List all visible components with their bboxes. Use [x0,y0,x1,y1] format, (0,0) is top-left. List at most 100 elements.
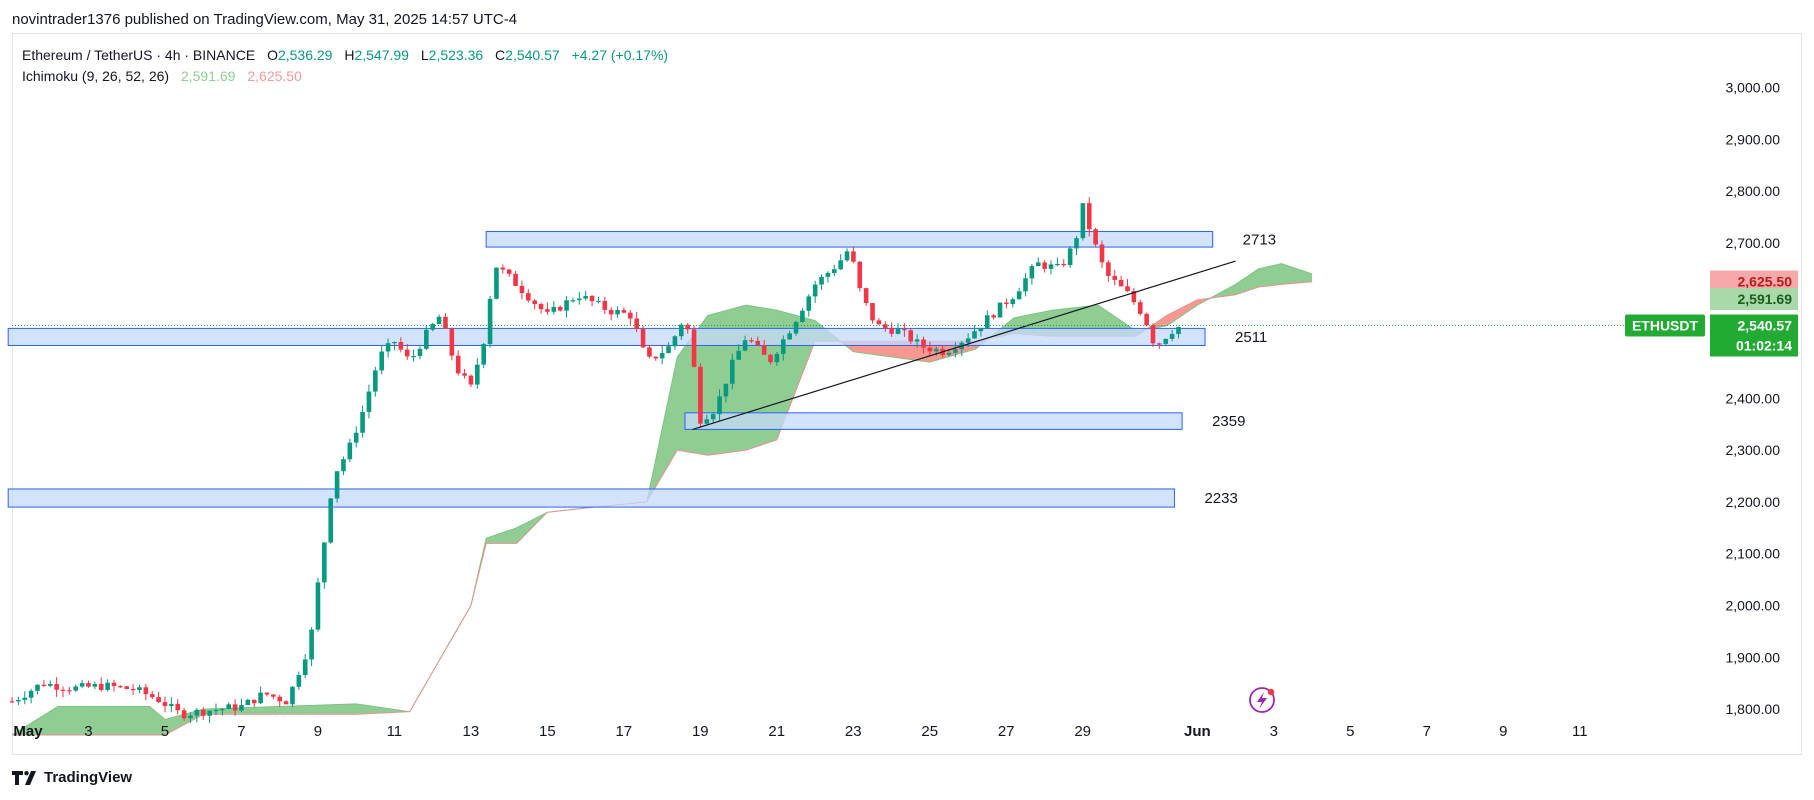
x-tick-label: 9 [1499,723,1507,740]
x-tick-label: 19 [692,723,709,740]
candle-body [666,346,671,354]
y-tick-label: 2,400.00 [1726,390,1781,406]
candle-body [443,316,448,329]
candle-body [1137,302,1143,314]
candle-body [67,690,72,692]
candle-body [1118,279,1124,287]
candle-body [838,260,843,270]
candle-body [519,285,525,294]
candle-body [895,328,901,334]
candle-body [245,699,251,705]
x-tick-label: 11 [1572,723,1588,740]
candle-body [455,355,461,374]
candle-body [927,347,933,352]
candle-body [806,296,812,311]
candle-body [475,364,480,385]
candle-body [704,419,710,424]
candle-body [857,261,863,289]
candle-body [513,273,518,286]
candle-body [1067,248,1073,266]
x-tick-label: 3 [1270,723,1278,740]
candle-body [882,324,888,328]
candle-body [1086,203,1092,230]
price-tag-span-b: 2,625.50 [1738,274,1793,290]
candle-body [551,306,557,312]
change-value: +4.27 (+0.17%) [571,47,669,63]
candle-body [35,684,40,691]
candle-body [698,366,703,424]
candle-body [825,273,831,277]
candle-body [863,288,869,304]
candle-body [564,300,569,311]
candle-body [914,339,920,342]
indicator-title[interactable]: Ichimoku (9, 26, 52, 26) [22,68,169,84]
candle-body [271,694,276,697]
indicator-value-2: 2,625.50 [247,68,302,84]
candle-body [404,349,410,357]
candle-body [1150,325,1156,344]
candle-body [812,284,818,297]
candle-body [596,300,601,303]
zone-2511 [7,327,1206,346]
x-tick-label: 23 [845,723,862,740]
candle-body [130,688,136,691]
candle-body [118,686,123,688]
candle-body [729,359,735,384]
candle-body [334,471,340,499]
ohlc-legend: Ethereum / TetherUS · 4h · BINANCE O2,53… [22,45,668,66]
candle-body [876,320,882,325]
chart-legend: Ethereum / TetherUS · 4h · BINANCE O2,53… [22,45,668,87]
zone-2359 [684,412,1183,430]
candle-body [621,310,627,313]
candle-body [341,459,346,472]
candle-body [417,348,423,356]
x-tick-label: 29 [1074,723,1091,740]
x-tick-label: 5 [1346,723,1354,740]
candle-body [169,703,174,707]
candle-body [277,696,283,702]
candle-body [385,343,391,352]
x-tick-label: 21 [768,723,785,740]
y-tick-label: 1,900.00 [1726,649,1781,665]
footer-brand-label: TradingView [44,769,133,786]
low-value: 2,523.36 [428,47,484,63]
price-tag-span-a: 2,591.69 [1738,291,1793,307]
candle-body [290,686,295,705]
candle-body [1042,262,1047,269]
footer-brand[interactable]: TradingView [12,769,132,786]
candle-body [1061,263,1067,266]
symbol-title[interactable]: Ethereum / TetherUS · 4h · BINANCE [22,47,255,63]
candle-body [978,327,984,332]
candle-body [379,351,385,371]
candle-body [1125,286,1130,292]
candle-body [946,352,952,355]
candle-body [628,312,633,319]
candle-body [264,692,270,695]
candle-body [526,293,531,301]
zone-label-2511: 2511 [1235,329,1267,346]
price-chart[interactable]: 27132511235922331,800.001,900.002,000.00… [0,0,1814,800]
candle-body [538,304,544,310]
indicator-legend: Ichimoku (9, 26, 52, 26) 2,591.69 2,625.… [22,66,668,87]
price-tag-last: 2,540.57 [1738,318,1793,334]
candle-body [149,694,155,698]
candle-body [653,356,659,359]
candle-body [302,659,308,676]
candle-body [360,411,365,433]
y-tick-label: 2,700.00 [1726,235,1781,251]
y-tick-label: 2,000.00 [1726,598,1781,614]
candle-body [647,347,652,357]
y-tick-label: 2,900.00 [1726,131,1781,147]
open-value: 2,536.29 [277,47,333,63]
close-label: C [495,47,506,63]
candle-body [1157,343,1162,345]
candle-body [793,321,799,334]
candle-body [92,684,98,687]
candle-body [768,354,773,363]
candle-body [98,684,104,690]
x-tick-label: 11 [387,723,403,740]
x-tick-label: Jun [1184,723,1211,740]
candle-body [353,432,359,443]
candle-body [780,339,786,354]
candle-body [207,710,212,716]
